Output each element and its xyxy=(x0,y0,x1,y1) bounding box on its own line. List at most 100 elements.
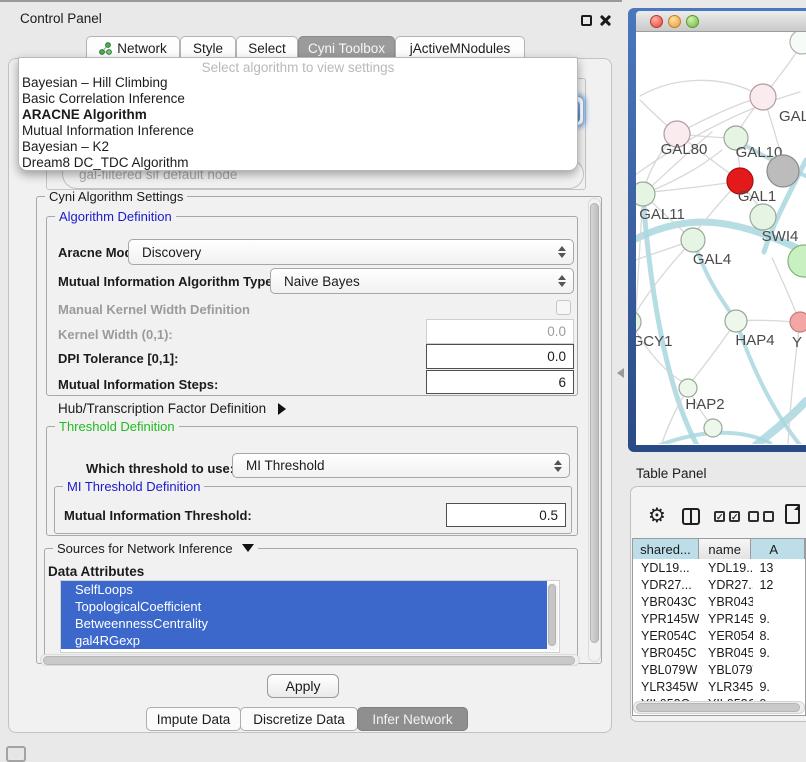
table-cell[interactable] xyxy=(753,593,805,610)
network-node[interactable] xyxy=(704,419,722,437)
node-table[interactable]: shared... name A YDL19...YDL19...13YDR27… xyxy=(632,538,806,716)
network-canvas[interactable]: GALGAL80GAL10GAL1SWI4GAL11GAL4GCY1HAP4YH… xyxy=(636,32,806,444)
dropdown-item[interactable]: Bayesian – K2 xyxy=(19,139,577,155)
dropdown-item[interactable]: Mutual Information Inference xyxy=(19,123,577,139)
zoom-button[interactable] xyxy=(686,15,699,28)
file-icon[interactable] xyxy=(785,504,800,524)
settings-scrollbar[interactable] xyxy=(588,198,601,662)
table-cell[interactable]: YBR045C xyxy=(700,644,754,661)
splitpane-handle-icon[interactable] xyxy=(617,368,624,378)
data-attributes-list[interactable]: SelfLoops TopologicalCoefficient Between… xyxy=(60,580,560,653)
network-node[interactable] xyxy=(790,32,806,54)
unchecked-column-icon[interactable] xyxy=(748,511,759,522)
network-node[interactable] xyxy=(767,155,799,187)
table-cell[interactable]: 13 xyxy=(753,559,805,576)
network-node[interactable] xyxy=(636,311,641,333)
table-cell[interactable]: 9. xyxy=(753,678,805,695)
network-node[interactable] xyxy=(681,228,705,252)
table-row[interactable]: YLR345WYLR345W9. xyxy=(633,678,805,695)
mi-threshold-field[interactable]: 0.5 xyxy=(446,503,566,527)
hub-definition-expander[interactable]: Hub/Transcription Factor Definition xyxy=(58,401,286,416)
settings-hscrollbar[interactable] xyxy=(40,654,580,666)
table-cell[interactable] xyxy=(753,661,805,678)
table-cell[interactable]: 9. xyxy=(753,610,805,627)
tab-network[interactable]: Network xyxy=(86,36,180,59)
table-cell[interactable]: YER054C xyxy=(633,627,700,644)
table-cell[interactable]: YDR27... xyxy=(633,576,700,593)
scrollbar-thumb[interactable] xyxy=(43,656,575,665)
unchecked-column-icon[interactable] xyxy=(763,511,774,522)
tab-style[interactable]: Style xyxy=(180,36,236,59)
table-cell[interactable]: YLR345W xyxy=(633,678,700,695)
docked-panel-icon[interactable] xyxy=(6,746,26,762)
table-row[interactable]: YBR043CYBR043C xyxy=(633,593,805,610)
tab-cyni-toolbox[interactable]: Cyni Toolbox xyxy=(298,36,395,59)
network-node[interactable] xyxy=(750,204,776,230)
network-edge[interactable] xyxy=(636,240,693,314)
scrollbar-thumb[interactable] xyxy=(636,703,800,712)
minimize-button[interactable] xyxy=(668,15,681,28)
column-header[interactable]: name xyxy=(699,539,751,559)
network-edge-highlighted[interactable] xyxy=(756,401,806,444)
scrollbar-thumb[interactable] xyxy=(548,584,556,646)
column-header[interactable]: A xyxy=(751,539,805,559)
table-cell[interactable]: YDL19... xyxy=(700,559,754,576)
attributes-scrollbar[interactable] xyxy=(547,583,558,651)
table-hscrollbar[interactable] xyxy=(633,701,805,714)
table-cell[interactable]: YDR27... xyxy=(700,576,754,593)
scrollbar-thumb[interactable] xyxy=(590,203,599,643)
table-cell[interactable]: YBR043C xyxy=(700,593,754,610)
table-cell[interactable]: 12 xyxy=(753,576,805,593)
table-cell[interactable]: YLR345W xyxy=(700,678,754,695)
network-edge[interactable] xyxy=(640,80,763,97)
table-cell[interactable]: 9. xyxy=(753,644,805,661)
attribute-item[interactable]: SelfLoops xyxy=(61,581,547,598)
table-row[interactable]: YER054CYER054C8. xyxy=(633,627,805,644)
network-node[interactable] xyxy=(725,310,747,332)
network-node[interactable] xyxy=(790,312,806,332)
table-cell[interactable]: YBL079W xyxy=(633,661,700,678)
column-header[interactable]: shared... xyxy=(633,539,699,559)
checked-column-icon[interactable]: ✓ xyxy=(729,511,740,522)
network-node[interactable] xyxy=(636,182,655,206)
table-cell[interactable]: YPR145W xyxy=(633,610,700,627)
tab-select[interactable]: Select xyxy=(236,36,298,59)
table-row[interactable]: YBR045CYBR045C9. xyxy=(633,644,805,661)
close-button[interactable] xyxy=(650,15,663,28)
attribute-item[interactable]: TopologicalCoefficient xyxy=(61,598,547,615)
attribute-item[interactable]: BetweennessCentrality xyxy=(61,615,547,632)
table-cell[interactable]: YPR145W xyxy=(700,610,754,627)
kernel-width-field[interactable]: 0.0 xyxy=(426,319,574,344)
apply-button[interactable]: Apply xyxy=(267,674,339,698)
attribute-item[interactable]: gal4RGexp xyxy=(61,632,547,649)
mi-steps-field[interactable]: 6 xyxy=(426,370,574,394)
table-row[interactable]: YPR145WYPR145W9. xyxy=(633,610,805,627)
tab-jactivemnodules[interactable]: jActiveMNodules xyxy=(395,36,525,59)
dropdown-item[interactable]: Dream8 DC_TDC Algorithm xyxy=(19,155,577,171)
dropdown-item-selected[interactable]: ARACNE Algorithm xyxy=(19,107,577,123)
mi-type-combobox[interactable]: Naive Bayes xyxy=(270,268,574,294)
table-cell[interactable]: YBR043C xyxy=(633,593,700,610)
sources-title[interactable]: Sources for Network Inference xyxy=(53,541,258,556)
close-panel-icon[interactable] xyxy=(599,14,612,27)
dropdown-item[interactable]: Bayesian – Hill Climbing xyxy=(19,75,577,91)
tab-impute-data[interactable]: Impute Data xyxy=(146,707,241,731)
table-cell[interactable]: YBR045C xyxy=(633,644,700,661)
tab-discretize-data[interactable]: Discretize Data xyxy=(240,707,358,731)
table-row[interactable]: YDR27...YDR27...12 xyxy=(633,576,805,593)
table-cell[interactable]: 8. xyxy=(753,627,805,644)
network-node[interactable] xyxy=(788,245,806,277)
dpi-tolerance-field[interactable]: 0.0 xyxy=(426,344,574,369)
float-panel-icon[interactable] xyxy=(581,15,592,26)
checked-column-icon[interactable]: ✓ xyxy=(714,511,725,522)
gear-icon[interactable]: ⚙ xyxy=(648,503,666,527)
table-row[interactable]: YDL19...YDL19...13 xyxy=(633,559,805,576)
manual-kernel-checkbox[interactable] xyxy=(556,300,571,315)
network-node[interactable] xyxy=(679,379,697,397)
aracne-mode-combobox[interactable]: Discovery xyxy=(128,239,574,265)
dropdown-item[interactable]: Basic Correlation Inference xyxy=(19,91,577,107)
tab-infer-network[interactable]: Infer Network xyxy=(357,707,468,731)
network-node[interactable] xyxy=(750,84,776,110)
table-row[interactable]: YBL079WYBL079W xyxy=(633,661,805,678)
split-columns-icon[interactable] xyxy=(682,508,700,525)
